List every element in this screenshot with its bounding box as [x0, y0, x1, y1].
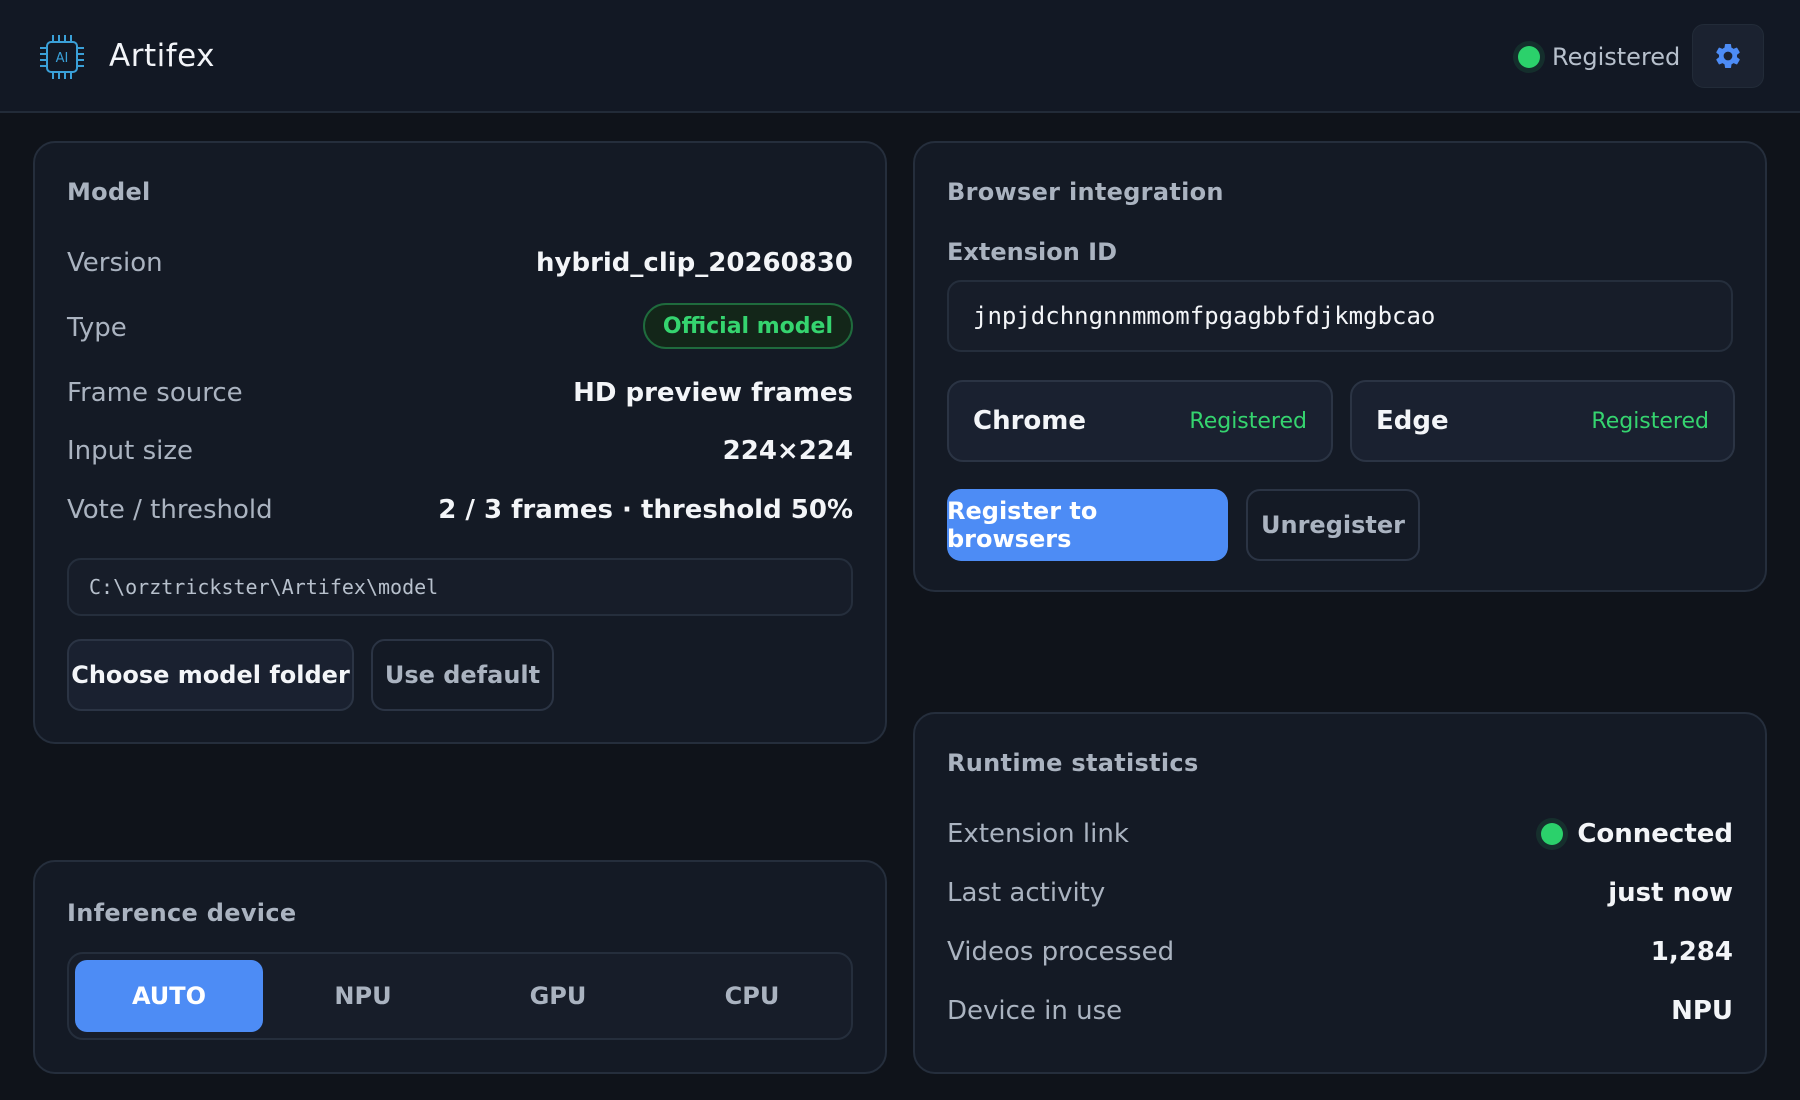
extension-id-label: Extension ID — [947, 238, 1118, 266]
extension-link-value: Connected — [1577, 819, 1733, 849]
status-text: Registered — [1552, 43, 1681, 71]
chrome-status: Registered — [1189, 409, 1307, 434]
edge-name: Edge — [1376, 406, 1449, 436]
connected-dot-icon — [1541, 823, 1564, 845]
extension-link-status: Connected — [1541, 819, 1733, 849]
choose-model-folder-button[interactable]: Choose model folder — [67, 639, 354, 711]
svg-text:AI: AI — [56, 51, 69, 66]
model-card: Model Version hybrid_clip_20260830 Type … — [33, 141, 887, 744]
input-size-label: Input size — [67, 436, 194, 466]
ai-chip-icon: AI — [40, 35, 84, 79]
use-default-button[interactable]: Use default — [371, 639, 554, 711]
last-activity-label: Last activity — [947, 878, 1106, 908]
frame-source-value: HD preview frames — [573, 378, 853, 408]
model-path-field[interactable]: C:\orztrickster\Artifex\model — [67, 558, 853, 616]
app-title: Artifex — [109, 38, 216, 74]
runtime-statistics-card: Runtime statistics Extension link Connec… — [913, 712, 1767, 1074]
chrome-status-box: Chrome Registered — [947, 380, 1333, 462]
device-in-use-value: NPU — [1671, 996, 1733, 1026]
videos-processed-value: 1,284 — [1650, 937, 1733, 967]
extension-id-field[interactable]: jnpjdchngnnmmomfpgagbbfdjkmgbcao — [947, 280, 1733, 352]
device-selector: AUTO NPU GPU CPU — [67, 952, 853, 1040]
videos-processed-label: Videos processed — [947, 937, 1175, 967]
settings-button[interactable] — [1692, 24, 1764, 88]
extension-link-label: Extension link — [947, 819, 1129, 849]
app-header: AI Artifex Registered — [0, 0, 1800, 113]
inference-device-card: Inference device AUTO NPU GPU CPU — [33, 860, 887, 1074]
official-model-badge: Official model — [642, 303, 853, 349]
device-option-gpu[interactable]: GPU — [464, 960, 652, 1032]
edge-status: Registered — [1591, 409, 1709, 434]
frame-source-label: Frame source — [67, 378, 243, 408]
device-in-use-label: Device in use — [947, 996, 1123, 1026]
vote-threshold-label: Vote / threshold — [67, 495, 273, 525]
edge-status-box: Edge Registered — [1350, 380, 1735, 462]
gear-icon — [1716, 43, 1740, 69]
last-activity-value: just now — [1608, 878, 1733, 908]
runtime-card-title: Runtime statistics — [947, 749, 1199, 777]
vote-threshold-value: 2 / 3 frames · threshold 50% — [438, 495, 853, 525]
unregister-button[interactable]: Unregister — [1246, 489, 1420, 561]
inference-card-title: Inference device — [67, 899, 297, 927]
model-card-title: Model — [67, 178, 151, 206]
type-label: Type — [67, 313, 127, 343]
version-label: Version — [67, 248, 163, 278]
device-option-auto[interactable]: AUTO — [75, 960, 263, 1032]
status-dot-icon — [1518, 46, 1540, 68]
register-to-browsers-button[interactable]: Register to browsers — [947, 489, 1228, 561]
registration-status: Registered — [1518, 38, 1680, 76]
browser-integration-card: Browser integration Extension ID jnpjdch… — [913, 141, 1767, 592]
browser-card-title: Browser integration — [947, 178, 1224, 206]
input-size-value: 224×224 — [722, 436, 853, 466]
version-value: hybrid_clip_20260830 — [536, 248, 853, 278]
chrome-name: Chrome — [973, 406, 1087, 436]
device-option-cpu[interactable]: CPU — [658, 960, 846, 1032]
device-option-npu[interactable]: NPU — [269, 960, 457, 1032]
